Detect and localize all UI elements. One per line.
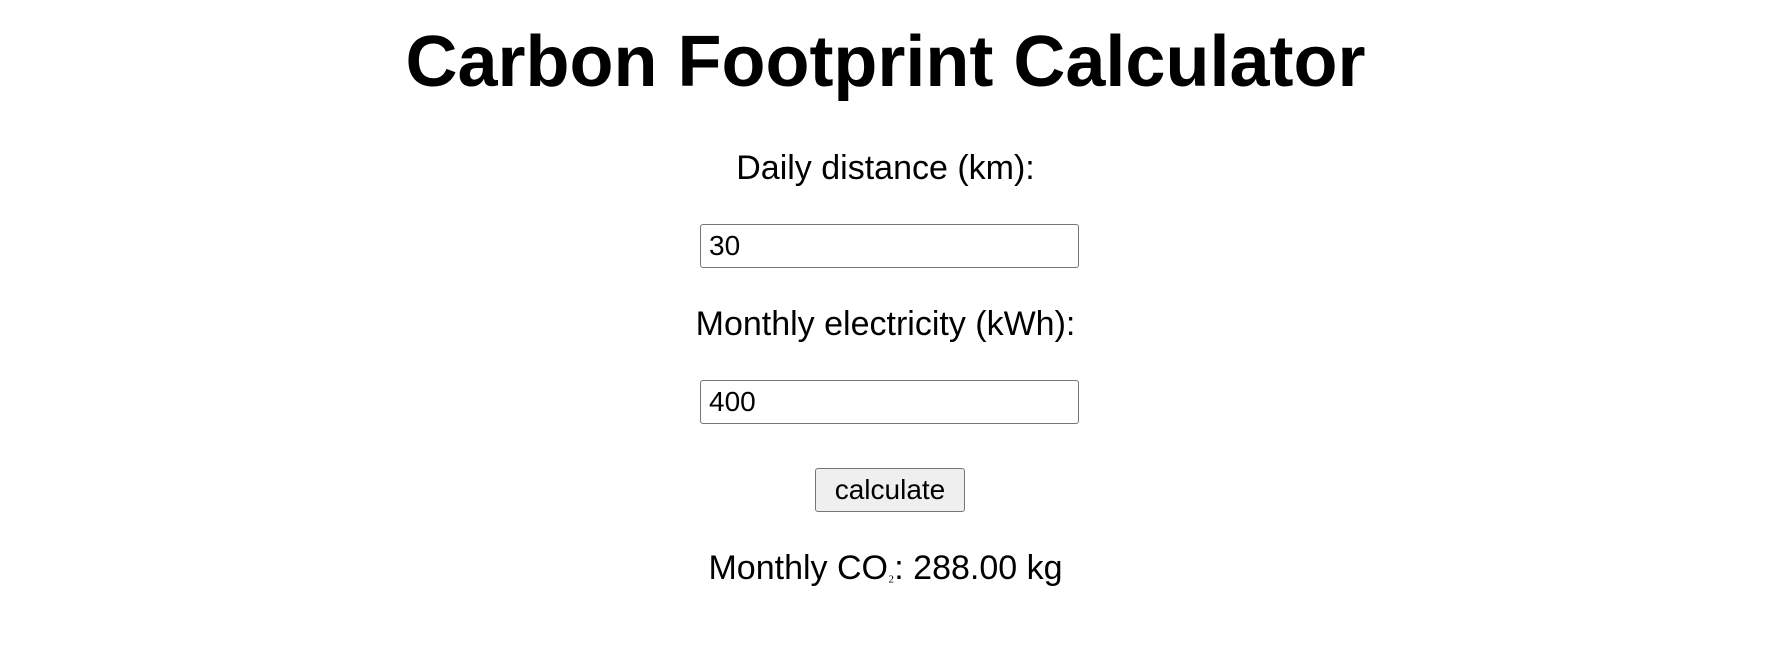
result-value: : 288.00 kg (894, 549, 1063, 587)
result-prefix: Monthly CO (708, 549, 888, 587)
calculator-page: Carbon Footprint Calculator Daily distan… (0, 0, 1771, 661)
daily-distance-label: Daily distance (km): (736, 149, 1035, 187)
monthly-electricity-input[interactable] (700, 380, 1079, 424)
daily-distance-input[interactable] (700, 224, 1079, 268)
page-title: Carbon Footprint Calculator (405, 22, 1366, 102)
monthly-electricity-label: Monthly electricity (kWh): (695, 305, 1076, 343)
calculate-button[interactable]: calculate (815, 468, 965, 512)
result-text: Monthly CO₂: 288.00 kg (0, 546, 1771, 595)
